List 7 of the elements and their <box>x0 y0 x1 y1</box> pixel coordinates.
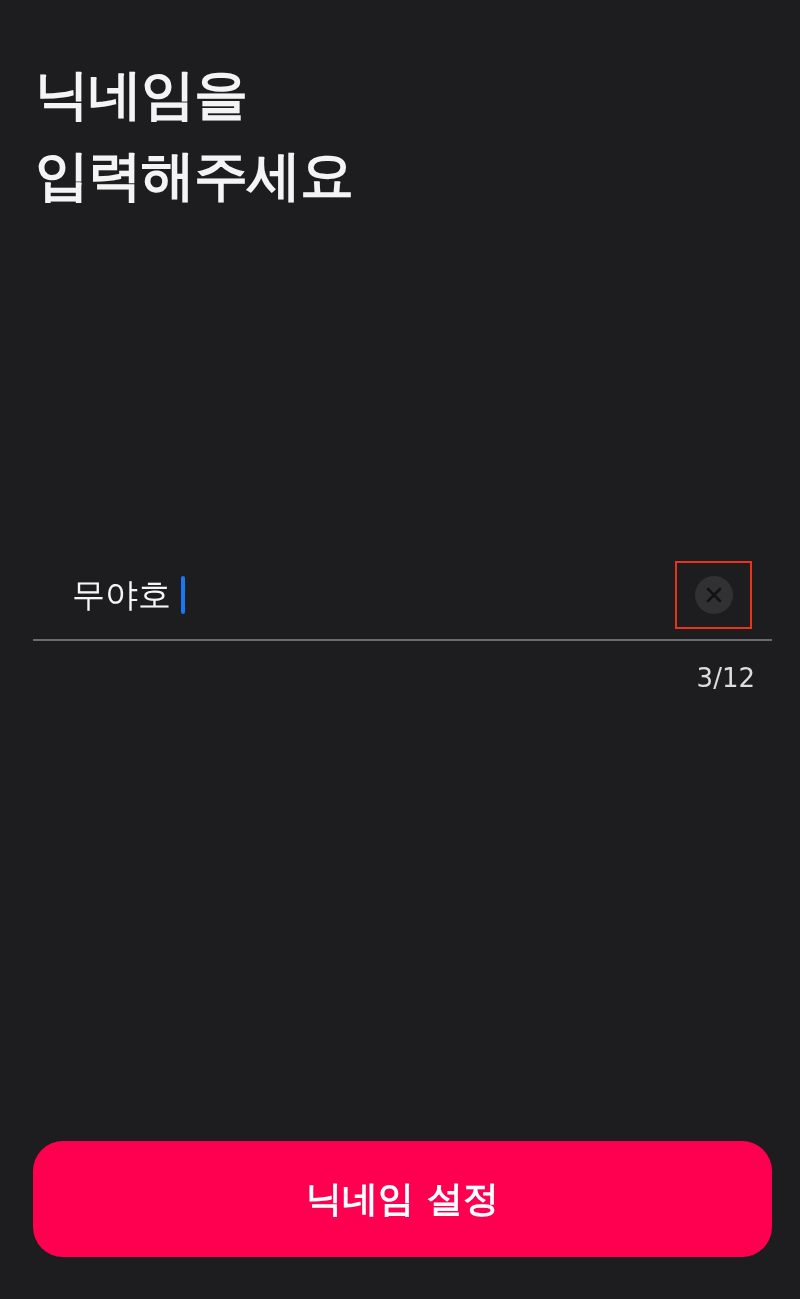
nickname-input-field[interactable]: 무야호 <box>33 551 772 641</box>
clear-button[interactable] <box>694 576 733 614</box>
close-icon <box>705 587 722 603</box>
page-title: 닉네임을 입력해주세요 <box>35 62 353 209</box>
character-counter: 3/12 <box>696 663 755 693</box>
nickname-value: 무야호 <box>72 574 171 616</box>
set-nickname-button[interactable]: 닉네임 설정 <box>33 1141 772 1257</box>
